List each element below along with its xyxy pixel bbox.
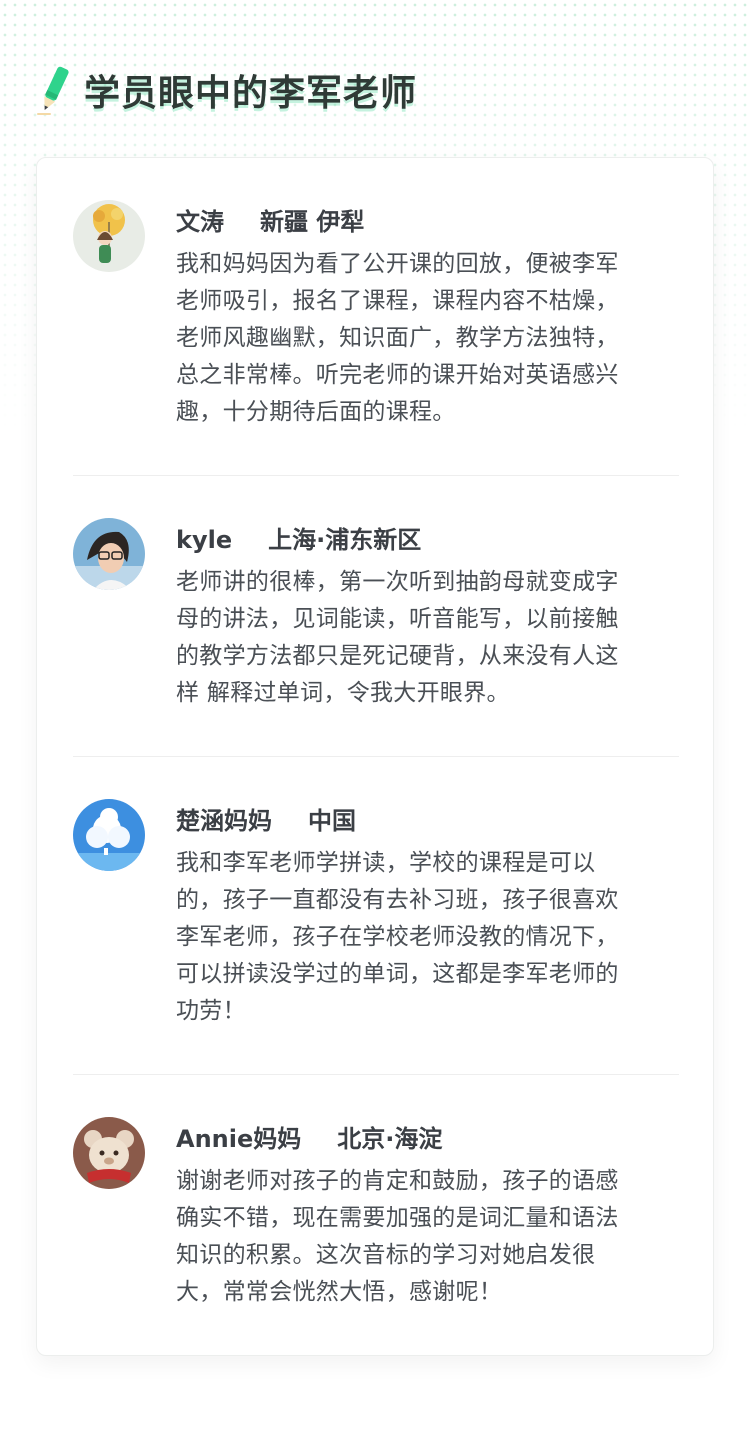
review-item: kyle 上海·浦东新区 老师讲的很棒，第一次听到抽韵母就变成字 母的讲法，见词能… [73, 476, 679, 757]
review-comment: 我和李军老师学拼读，学校的课程是可以 的，孩子一直都没有去补习班，孩子很喜欢 李… [176, 845, 679, 1030]
comment-line: 李军老师，孩子在学校老师没教的情况下， [176, 924, 619, 950]
comment-line: 谢谢老师对孩子的肯定和鼓励，孩子的语感 [176, 1168, 619, 1194]
comment-line: 趣，十分期待后面的课程。 [176, 399, 456, 425]
comment-line: 的教学方法都只是死记硬背，从来没有人这 [176, 643, 619, 669]
review-item: 楚涵妈妈 中国 我和李军老师学拼读，学校的课程是可以 的，孩子一直都没有去补习班，… [73, 757, 679, 1075]
avatar [73, 200, 145, 272]
comment-line: 确实不错，现在需要加强的是词汇量和语法 [176, 1205, 619, 1231]
reviewer-meta: kyle 上海·浦东新区 [176, 520, 421, 555]
review-comment: 谢谢老师对孩子的肯定和鼓励，孩子的语感 确实不错，现在需要加强的是词汇量和语法 … [176, 1163, 679, 1311]
review-comment: 老师讲的很棒，第一次听到抽韵母就变成字 母的讲法，见词能读，听音能写，以前接触 … [176, 564, 679, 712]
comment-line: 总之非常棒。听完老师的课开始对英语感兴 [176, 362, 619, 388]
review-comment: 我和妈妈因为看了公开课的回放，便被李军 老师吸引，报名了课程，课程内容不枯燥， … [176, 246, 679, 431]
comment-line: 老师风趣幽默，知识面广，教学方法独特， [176, 325, 619, 351]
pencil-icon [37, 66, 69, 115]
review-item: Annie妈妈 北京·海淀 谢谢老师对孩子的肯定和鼓励，孩子的语感 确实不错，现在… [73, 1075, 679, 1355]
reviewer-name: Annie妈妈 [176, 1125, 302, 1153]
comment-line: 样 解释过单词，令我大开眼界。 [176, 680, 510, 706]
reviewer-location: 中国 [308, 807, 356, 835]
avatar [73, 1117, 145, 1189]
avatar [73, 518, 145, 590]
comment-line: 老师讲的很棒，第一次听到抽韵母就变成字 [176, 569, 619, 595]
reviewer-meta: 楚涵妈妈 中国 [176, 801, 356, 836]
reviewer-name: 楚涵妈妈 [176, 807, 272, 835]
comment-line: 我和妈妈因为看了公开课的回放，便被李军 [176, 251, 619, 277]
comment-line: 可以拼读没学过的单词，这都是李军老师的 [176, 961, 619, 987]
comment-line: 我和李军老师学拼读，学校的课程是可以 [176, 850, 596, 876]
page-header: 学员眼中的李军老师 [36, 62, 417, 118]
comment-line: 母的讲法，见词能读，听音能写，以前接触 [176, 606, 619, 632]
comment-line: 知识的积累。这次音标的学习对她启发很 [176, 1242, 596, 1268]
reviewer-name: 文涛 [176, 208, 224, 236]
reviews-card: 文涛 新疆 伊犁 我和妈妈因为看了公开课的回放，便被李军 老师吸引，报名了课程，课… [36, 157, 714, 1356]
comment-line: 的，孩子一直都没有去补习班，孩子很喜欢 [176, 887, 619, 913]
reviewer-meta: 文涛 新疆 伊犁 [176, 202, 364, 237]
comment-line: 功劳！ [176, 998, 246, 1024]
reviewer-meta: Annie妈妈 北京·海淀 [176, 1119, 442, 1154]
comment-line: 大，常常会恍然大悟，感谢呢！ [176, 1279, 503, 1305]
reviewer-location: 新疆 伊犁 [260, 208, 365, 236]
review-item: 文涛 新疆 伊犁 我和妈妈因为看了公开课的回放，便被李军 老师吸引，报名了课程，课… [73, 158, 679, 476]
page-title: 学员眼中的李军老师 [84, 73, 418, 114]
avatar [73, 799, 145, 871]
comment-line: 老师吸引，报名了课程，课程内容不枯燥， [176, 288, 619, 314]
reviewer-name: kyle [176, 526, 233, 554]
reviewer-location: 北京·海淀 [337, 1125, 443, 1153]
reviewer-location: 上海·浦东新区 [268, 526, 422, 554]
